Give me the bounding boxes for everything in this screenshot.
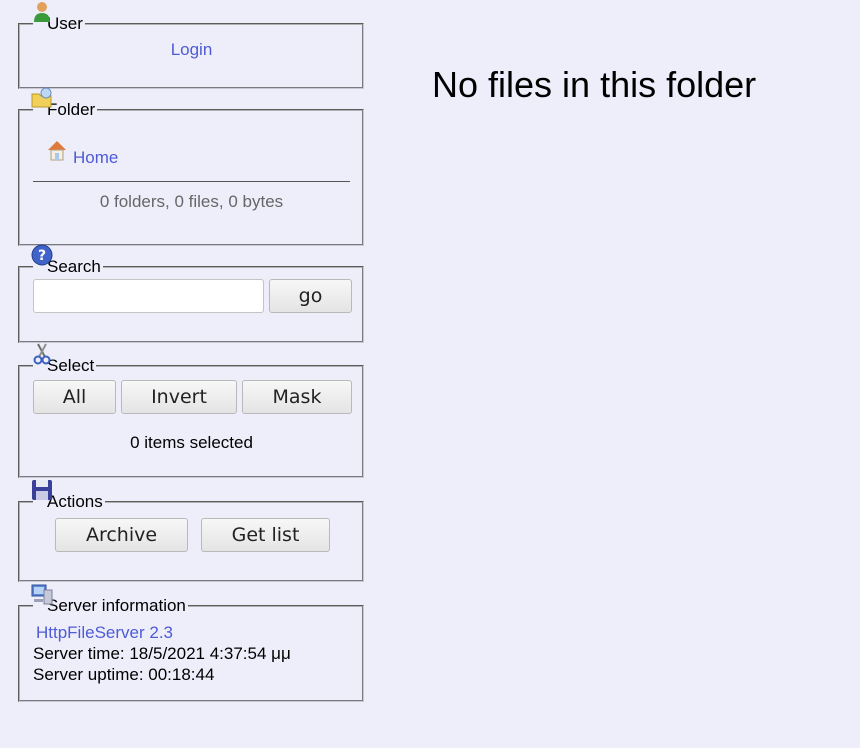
select-all-button[interactable]: All (33, 380, 116, 414)
folder-legend: Folder (31, 87, 97, 120)
server-uptime: Server uptime: 00:18:44 (33, 665, 215, 684)
help-icon: ? (31, 244, 53, 266)
server-product-link[interactable]: HttpFileServer 2.3 (36, 623, 173, 642)
home-icon (48, 141, 66, 161)
computer-icon (31, 584, 53, 605)
search-go-button[interactable]: go (269, 279, 352, 313)
user-icon (34, 2, 50, 22)
server-legend-label: Server information (47, 596, 186, 615)
search-input[interactable] (33, 279, 264, 313)
scissors-icon (33, 343, 51, 365)
folder-stats: 0 folders, 0 files, 0 bytes (99, 192, 284, 211)
search-legend-label: Search (47, 257, 101, 276)
folder-legend-label: Folder (47, 100, 96, 119)
server-legend: Server information (31, 584, 188, 616)
server-time: Server time: 18/5/2021 4:37:54 μμ (33, 644, 291, 663)
select-legend-label: Select (47, 356, 95, 375)
select-mask-button[interactable]: Mask (242, 380, 352, 414)
empty-folder-message: No files in this folder (432, 64, 757, 105)
archive-button[interactable]: Archive (55, 518, 188, 552)
user-panel: User Login (18, 2, 364, 89)
folder-divider (33, 181, 350, 182)
user-legend: User (33, 2, 85, 34)
server-info-panel: Server information HttpFileServer 2.3 Se… (18, 584, 364, 702)
svg-text:?: ? (38, 248, 46, 264)
select-invert-button[interactable]: Invert (121, 380, 237, 414)
select-panel: Select All Invert Mask 0 items selected (18, 343, 364, 478)
get-list-button[interactable]: Get list (201, 518, 330, 552)
select-legend: Select (33, 343, 96, 376)
selection-status: 0 items selected (130, 433, 253, 452)
search-panel: ? Search go (18, 244, 364, 343)
folder-icon (31, 87, 52, 108)
search-legend: ? Search (31, 244, 103, 277)
actions-panel: Actions Archive Get list (18, 480, 364, 582)
actions-legend-label: Actions (47, 492, 103, 511)
sidebar: User Login Folder Home 0 folders, 0 file… (18, 2, 364, 702)
home-link[interactable]: Home (73, 148, 118, 167)
login-link[interactable]: Login (171, 40, 213, 59)
floppy-disk-icon (32, 480, 52, 500)
actions-legend: Actions (32, 480, 105, 512)
folder-panel: Folder Home 0 folders, 0 files, 0 bytes (18, 87, 364, 246)
